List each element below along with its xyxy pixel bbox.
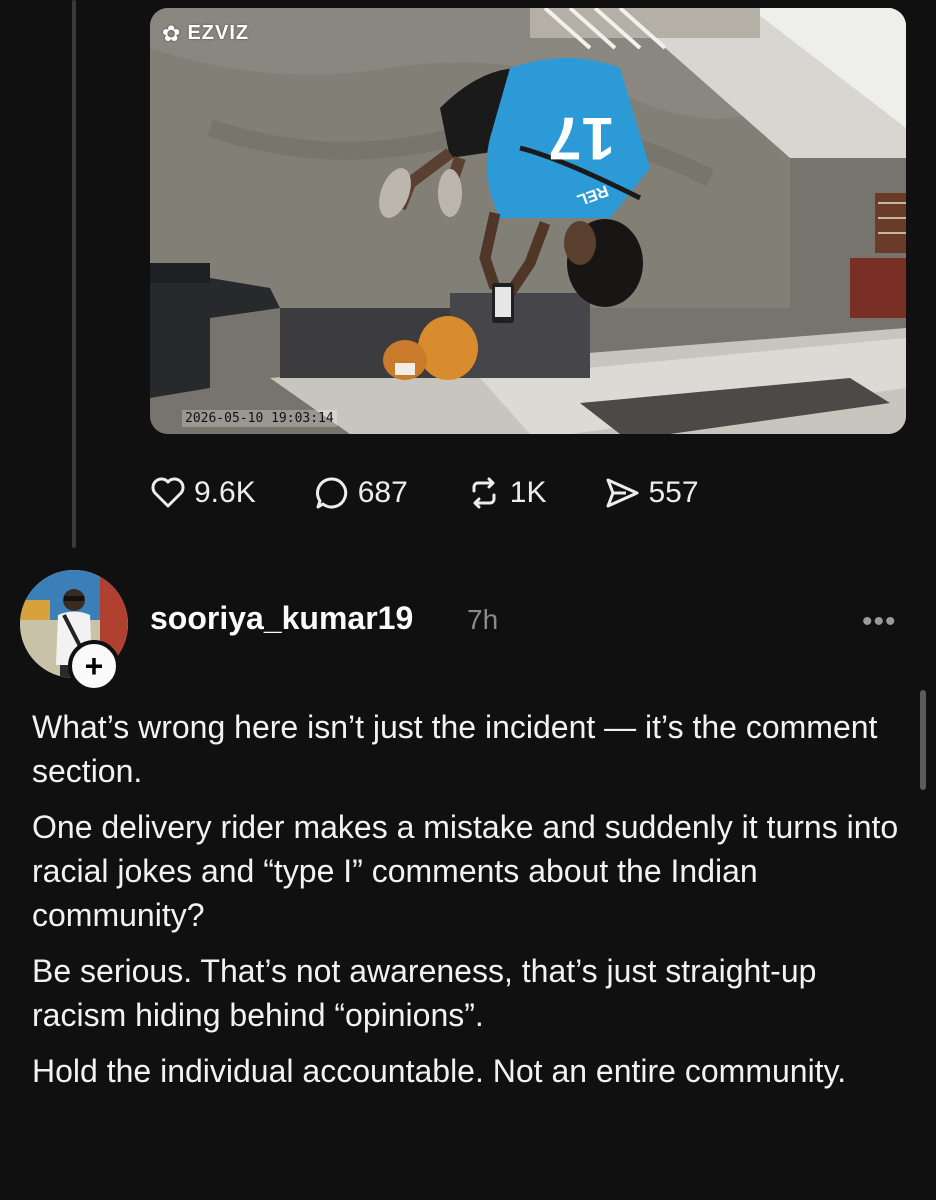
comment-count: 687: [357, 476, 408, 509]
repost-icon: [466, 475, 502, 511]
post-body: What’s wrong here isn’t just the inciden…: [32, 705, 912, 1105]
thread-connector-line: [72, 0, 76, 548]
post-paragraph-4: Hold the individual accountable. Not an …: [32, 1053, 847, 1089]
like-button[interactable]: 9.6K: [150, 475, 256, 511]
ezviz-logo-icon: ✿: [162, 20, 182, 46]
share-count: 557: [648, 476, 699, 509]
cctv-scene: 17 REL: [150, 8, 906, 434]
comment-button[interactable]: 687: [314, 475, 408, 511]
heart-icon: [150, 475, 186, 511]
jersey-number: 17: [548, 105, 615, 172]
ezviz-brand-text: EZVIZ: [187, 22, 250, 44]
more-options-button[interactable]: •••: [862, 605, 897, 639]
repost-button[interactable]: 1K: [466, 475, 547, 511]
ezviz-watermark: ✿ EZVIZ: [162, 22, 249, 45]
send-icon: [604, 475, 640, 511]
follow-plus-button[interactable]: +: [68, 640, 120, 692]
post-time: 7h: [467, 604, 499, 635]
author-username[interactable]: sooriya_kumar19: [150, 600, 413, 637]
scrollbar[interactable]: [920, 690, 926, 790]
comment-bubble-icon: [314, 475, 350, 511]
post-paragraph-3: Be serious. That’s not awareness, that’s…: [32, 953, 817, 1033]
post-paragraph-1: What’s wrong here isn’t just the inciden…: [32, 709, 878, 789]
share-button[interactable]: 557: [604, 475, 699, 511]
post-paragraph-2: One delivery rider makes a mistake and s…: [32, 809, 899, 933]
post-action-bar: 9.6K 687 1K 557: [150, 470, 757, 516]
repost-count: 1K: [509, 476, 547, 509]
like-count: 9.6K: [194, 476, 256, 509]
cctv-timestamp: 2026-05-10 19:03:14: [182, 410, 337, 427]
post-image[interactable]: 17 REL ✿ EZVIZ 2026-05-10 19:03:14: [150, 8, 906, 434]
